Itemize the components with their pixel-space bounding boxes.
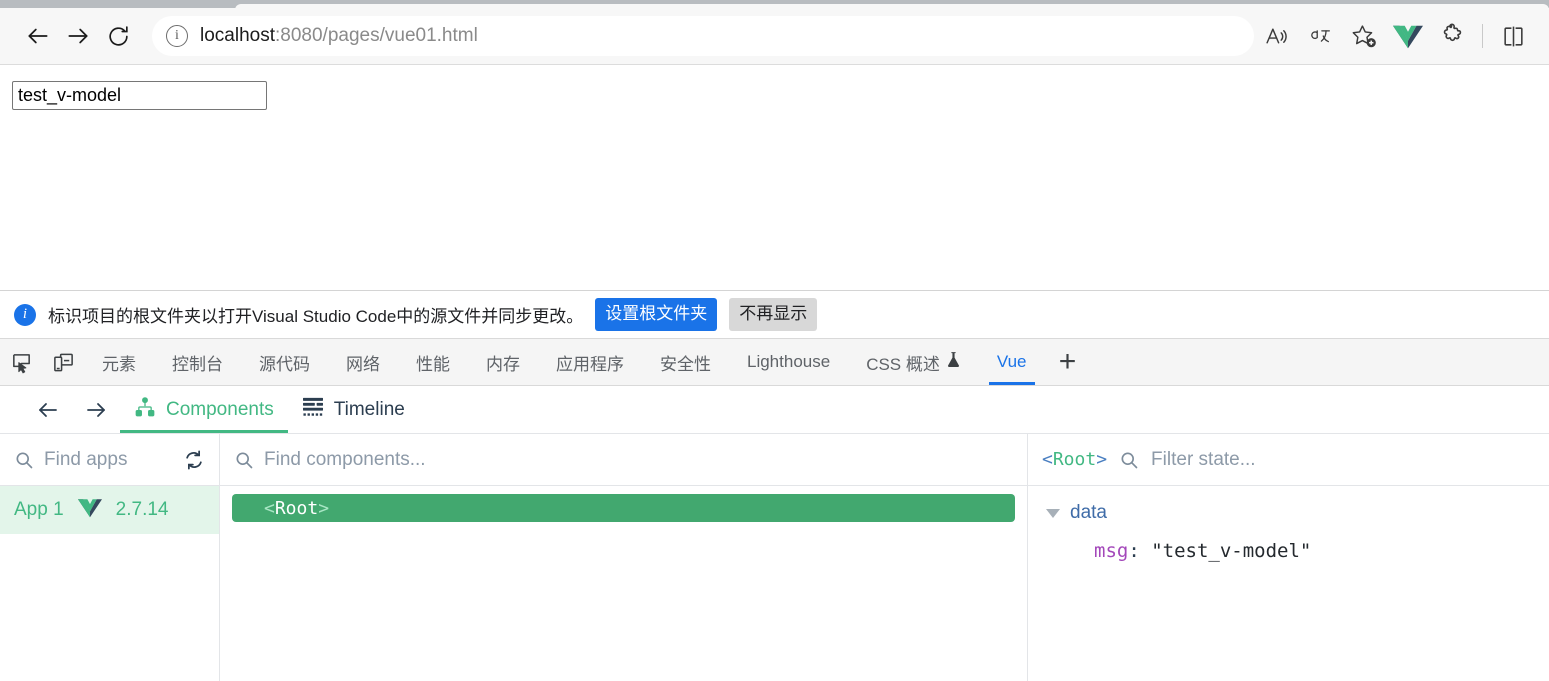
devtools-tab-sources[interactable]: 源代码: [241, 339, 328, 385]
tab-label: 内存: [486, 354, 520, 374]
refresh-icon[interactable]: [183, 449, 205, 471]
devtools-tab-application[interactable]: 应用程序: [538, 339, 642, 385]
tab-label: CSS 概述: [866, 354, 940, 374]
devtools-tab-security[interactable]: 安全性: [642, 339, 729, 385]
vue-back-button[interactable]: [24, 386, 72, 433]
state-key: msg: [1094, 540, 1129, 562]
state-content: data msg: "test_v-model": [1028, 486, 1549, 681]
find-apps-input[interactable]: Find apps: [44, 449, 127, 471]
state-separator: :: [1128, 540, 1152, 562]
vue-tab-label: Components: [166, 398, 274, 420]
state-value: "test_v-model": [1151, 540, 1312, 562]
state-inspector-header: <Root> Filter state...: [1028, 434, 1549, 486]
experiment-flask-icon: [946, 351, 961, 373]
vue-devtools-toolbar: Components Timeline: [0, 386, 1549, 434]
tab-label: Vue: [996, 352, 1027, 371]
chevron-down-icon[interactable]: [1046, 508, 1060, 518]
address-bar[interactable]: i localhost:8080/pages/vue01.html: [152, 16, 1254, 56]
vue-tab-label: Timeline: [333, 398, 405, 420]
tab-label: Lighthouse: [747, 352, 831, 371]
devtools-tab-lighthouse[interactable]: Lighthouse: [729, 339, 848, 385]
app-name: App 1: [14, 499, 64, 520]
vue-forward-button[interactable]: [72, 386, 120, 433]
inspect-element-icon[interactable]: [0, 339, 42, 385]
search-icon: [1119, 450, 1139, 470]
browser-toolbar: i localhost:8080/pages/vue01.html: [0, 8, 1549, 65]
hierarchy-icon: [134, 396, 156, 424]
url-text: localhost:8080/pages/vue01.html: [200, 25, 478, 47]
timeline-icon: [302, 397, 324, 423]
find-components-search-row[interactable]: Find components...: [220, 434, 1027, 486]
selected-close-bracket: >: [1096, 449, 1108, 470]
devtools-workspace-notification: i 标识项目的根文件夹以打开Visual Studio Code中的源文件并同步…: [0, 291, 1549, 339]
devtools-tab-memory[interactable]: 内存: [468, 339, 538, 385]
set-root-folder-button[interactable]: 设置根文件夹: [595, 298, 718, 331]
component-tree-node-root[interactable]: < Root >: [232, 494, 1015, 522]
tab-label: 性能: [416, 354, 450, 374]
selected-component-label: <Root>: [1042, 449, 1107, 470]
apps-panel: Find apps App 1 2.7.14: [0, 434, 220, 681]
state-inspector-panel: <Root> Filter state... data msg: "test_v…: [1028, 434, 1549, 681]
extensions-icon[interactable]: [1430, 16, 1474, 56]
add-favorite-icon[interactable]: [1342, 16, 1386, 56]
vue-devtools-icon[interactable]: [1386, 16, 1430, 56]
app-list-item[interactable]: App 1 2.7.14: [0, 486, 219, 534]
app-version: 2.7.14: [115, 499, 169, 520]
tab-label: 控制台: [172, 354, 223, 374]
active-browser-tab[interactable]: [235, 4, 1549, 10]
search-icon: [234, 450, 254, 470]
devtools-tab-elements[interactable]: 元素: [84, 339, 154, 385]
node-open-bracket: <: [264, 497, 275, 519]
find-apps-search-row[interactable]: Find apps: [0, 434, 219, 486]
page-viewport: [0, 65, 1549, 291]
url-path: :8080/pages/vue01.html: [275, 25, 478, 46]
devtools-tab-network[interactable]: 网络: [328, 339, 398, 385]
selected-open-bracket: <: [1042, 449, 1053, 470]
state-entry-msg[interactable]: msg: "test_v-model": [1094, 540, 1549, 562]
node-close-bracket: >: [318, 497, 330, 519]
info-icon: i: [14, 303, 36, 326]
split-screen-icon[interactable]: [1491, 16, 1535, 56]
devtools-tab-console[interactable]: 控制台: [154, 339, 241, 385]
forward-button[interactable]: [58, 16, 98, 56]
more-tools-button[interactable]: +: [1045, 339, 1091, 385]
component-tree-panel: Find components... < Root >: [220, 434, 1028, 681]
vue-tab-components[interactable]: Components: [120, 386, 288, 433]
browser-tab-strip: [0, 0, 1549, 10]
dont-show-again-button[interactable]: 不再显示: [729, 298, 818, 331]
device-toolbar-icon[interactable]: [42, 339, 84, 385]
v-model-input[interactable]: [12, 81, 267, 110]
back-button[interactable]: [18, 16, 58, 56]
selected-name: Root: [1052, 449, 1097, 470]
tab-label: 元素: [102, 354, 136, 374]
tab-label: 网络: [346, 354, 380, 374]
devtools-tab-vue[interactable]: Vue: [979, 339, 1045, 385]
find-components-input[interactable]: Find components...: [264, 449, 426, 471]
vue-logo-icon: [77, 497, 102, 523]
devtools-tab-css-overview[interactable]: CSS 概述: [848, 339, 979, 385]
node-name: Root: [274, 497, 319, 519]
component-tree: < Root >: [220, 486, 1027, 681]
filter-state-input[interactable]: Filter state...: [1151, 449, 1256, 471]
state-group-data[interactable]: data: [1046, 500, 1549, 526]
site-info-icon[interactable]: i: [166, 25, 188, 47]
translate-icon[interactable]: [1298, 16, 1342, 56]
devtools-tab-bar: 元素 控制台 源代码 网络 性能 内存 应用程序 安全性 Lighthouse …: [0, 339, 1549, 386]
vue-tab-timeline[interactable]: Timeline: [288, 386, 419, 433]
read-aloud-icon[interactable]: [1254, 16, 1298, 56]
reload-button[interactable]: [98, 16, 138, 56]
tab-label: 源代码: [259, 354, 310, 374]
devtools-tab-performance[interactable]: 性能: [398, 339, 468, 385]
state-group-label: data: [1070, 502, 1107, 523]
vue-devtools-body: Find apps App 1 2.7.14 Find components..…: [0, 434, 1549, 681]
toolbar-divider: [1482, 24, 1483, 48]
tab-label: 安全性: [660, 354, 711, 374]
url-host: localhost: [200, 25, 275, 46]
search-icon: [14, 450, 34, 470]
notification-message: 标识项目的根文件夹以打开Visual Studio Code中的源文件并同步更改…: [48, 307, 584, 326]
tab-label: 应用程序: [556, 354, 624, 374]
